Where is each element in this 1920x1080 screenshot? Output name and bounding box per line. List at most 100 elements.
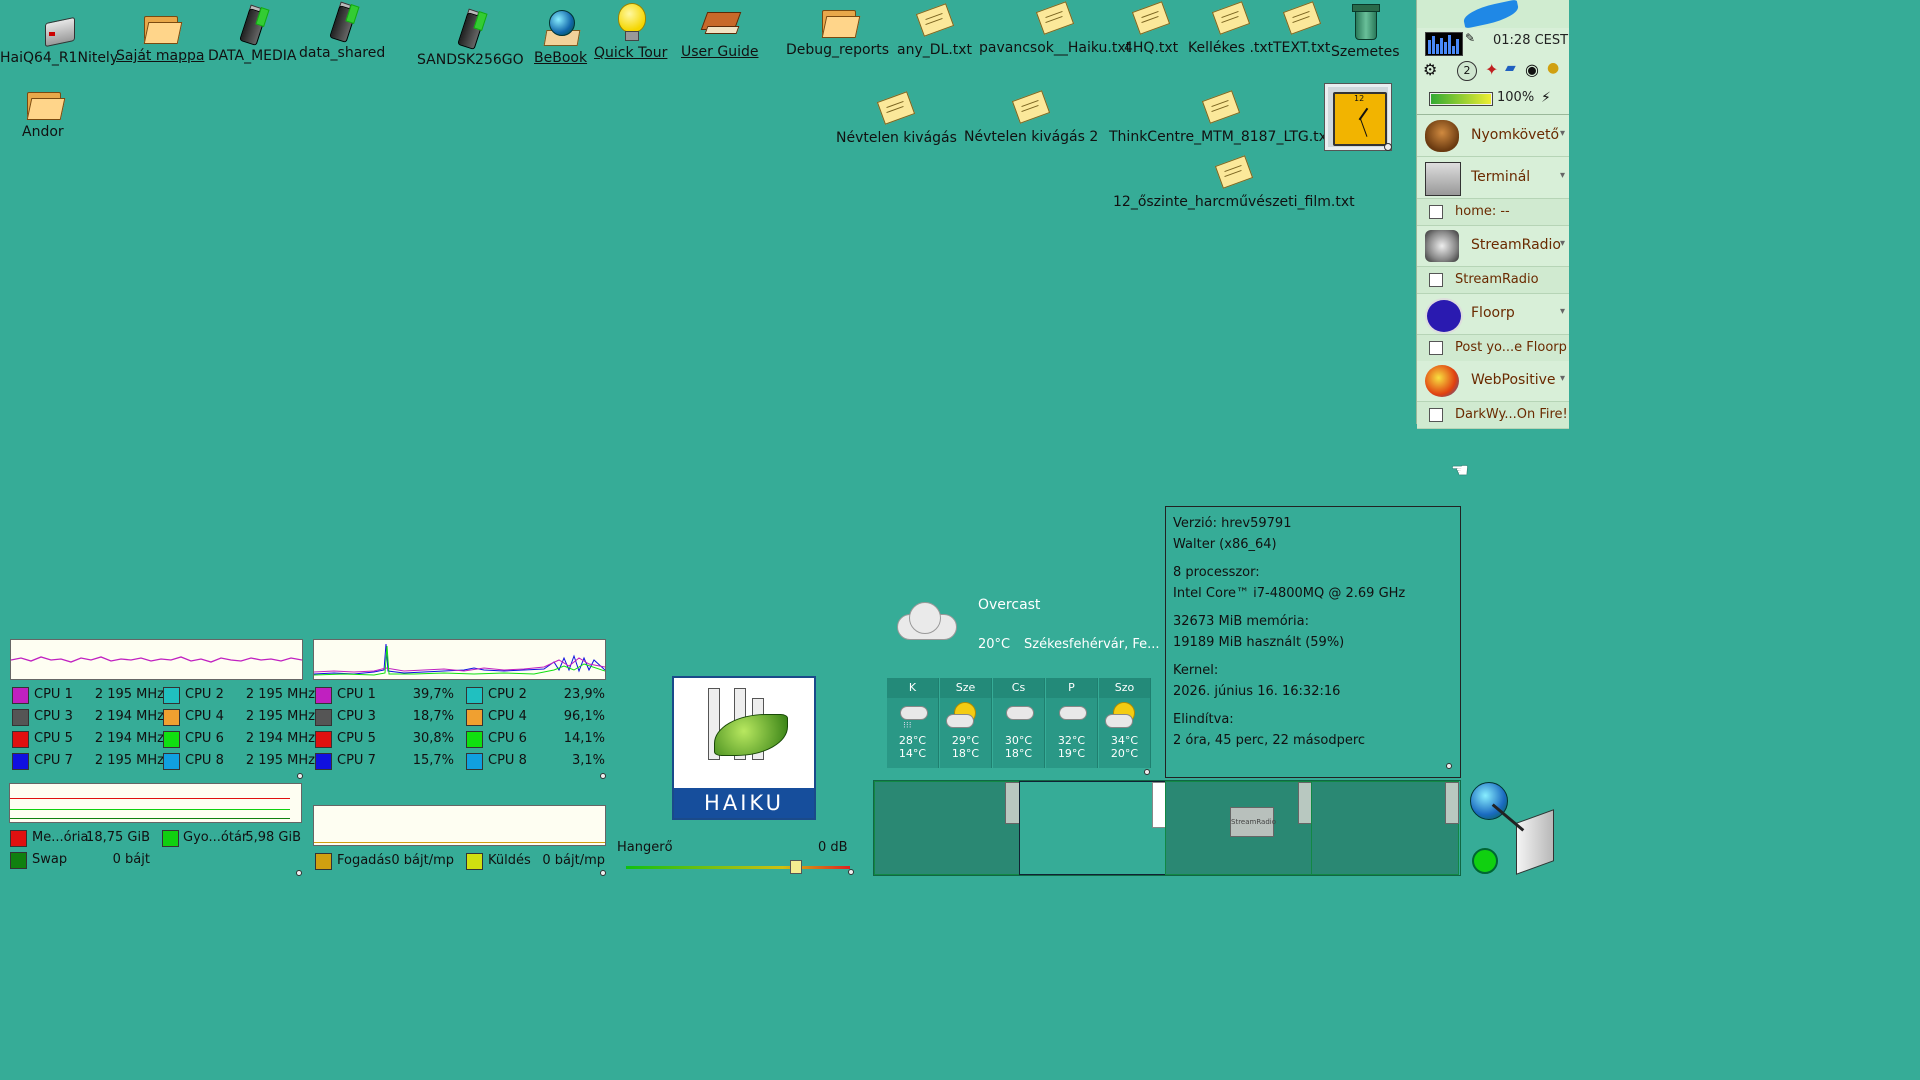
replicant-handle-icon[interactable] (600, 870, 606, 876)
desktop-icon-data-shared[interactable]: data_shared (299, 1, 385, 61)
replicant-handle-icon[interactable] (848, 869, 854, 875)
replicant-handle-icon[interactable] (296, 870, 302, 876)
cpu-label: CPU 6 (488, 731, 527, 746)
chevron-down-icon[interactable]: ▾ (1560, 170, 1565, 181)
workspace-1[interactable] (874, 781, 1021, 875)
desktop-icon-label: HaiQ64_R1Nitely (0, 50, 119, 66)
replicant-handle-icon[interactable] (1144, 769, 1150, 775)
desktop-icon-label: pavancsok__Haiku.txt (979, 40, 1132, 56)
cpu-value: 3,1% (571, 753, 605, 768)
volume-slider-thumb[interactable] (790, 860, 802, 874)
chevron-down-icon[interactable]: ▾ (1560, 238, 1565, 249)
leaf-icon (714, 714, 788, 756)
power-icon[interactable]: ⚡ (1541, 90, 1559, 108)
deskbar-app-floorp[interactable]: Floorp ▾ (1417, 294, 1569, 335)
chevron-down-icon[interactable]: ▾ (1560, 306, 1565, 317)
bulb-tray-icon[interactable]: ● (1547, 60, 1565, 78)
memory-value: 18,75 GiB (86, 830, 150, 845)
receive-value: 0 bájt/mp (391, 853, 454, 868)
deskbar-app-nyomkoveto[interactable]: Nyomkövető ▾ (1417, 116, 1569, 157)
desktop-icon-4hq[interactable]: 4HQ.txt (1124, 0, 1178, 56)
cpu-value: 2 195 MHz (94, 753, 164, 768)
forecast-low: 18°C (1004, 747, 1033, 760)
deskbar-app-terminal[interactable]: Terminál ▾ (1417, 158, 1569, 199)
trash-icon (1345, 2, 1385, 42)
deskbar-tray: ✎ 01:28 CEST ⚙ 2 ✦ ▰ ◉ ● 100% ⚡ (1417, 28, 1569, 115)
forecast-high: 34°C (1110, 734, 1139, 747)
network-icon[interactable]: ⚙ (1423, 60, 1441, 79)
workspace-indicator[interactable]: 2 (1457, 61, 1477, 81)
paint-icon[interactable]: ✦ (1485, 60, 1503, 79)
replicant-handle-icon[interactable] (600, 773, 606, 779)
desktop-icon-bebook[interactable]: BeBook (534, 8, 587, 66)
volume-value: 0 dB (818, 840, 848, 855)
workspace-4[interactable] (1311, 781, 1459, 875)
cpu-color-swatch (163, 709, 180, 726)
deskbar-clock[interactable]: 01:28 CEST (1493, 33, 1568, 48)
cpu-color-swatch (12, 753, 29, 770)
forecast-day: P 32°C 19°C (1046, 678, 1098, 768)
deskbar-window-floorp[interactable]: Post yo...e Floorp (1417, 335, 1569, 362)
clock-icon: 12 (1333, 92, 1387, 146)
desktop-icon-film[interactable]: 12_őszinte_harcművészeti_film.txt (1113, 152, 1355, 210)
cpu-label: CPU 7 (34, 753, 73, 768)
desktop-icon-andor[interactable]: Andor (22, 82, 66, 140)
forecast-high: 32°C (1057, 734, 1086, 747)
desktop-icon-nevtelen-1[interactable]: Névtelen kivágás (836, 88, 957, 146)
deskbar-window-terminal[interactable]: home: -- (1417, 199, 1569, 226)
weather-location[interactable]: Székesfehérvár, Fe... (1024, 637, 1160, 652)
desktop-icon-sajat-mappa[interactable]: Saját mappa (116, 6, 204, 64)
desktop-icon-haiq64[interactable]: HaiQ64_R1Nitely (0, 8, 118, 66)
deskbar-app-streamradio[interactable]: StreamRadio ▾ (1417, 226, 1569, 267)
desktop-icon-user-guide[interactable]: User Guide (681, 2, 758, 60)
battery-meter[interactable] (1429, 92, 1493, 106)
chevron-down-icon[interactable]: ▾ (1560, 128, 1565, 139)
replicant-handle-icon[interactable] (297, 773, 303, 779)
deskbar-app-webpositive[interactable]: WebPositive ▾ (1417, 361, 1569, 402)
text-file-icon (1211, 0, 1251, 38)
os-version: Verzió: hrev59791 (1173, 516, 1292, 531)
text-file-icon (1201, 87, 1241, 127)
desktop-icon-pavancsok[interactable]: pavancsok__Haiku.txt (979, 0, 1131, 56)
cpu-label: CPU 6 (185, 731, 224, 746)
keyboard-icon[interactable]: ▰ (1505, 60, 1523, 78)
workspace-2-active[interactable] (1019, 781, 1166, 875)
deskbar-menu-button[interactable] (1417, 0, 1569, 29)
haiku-logo: HAIKU (672, 676, 816, 820)
hand-cursor-icon: ☚ (1451, 458, 1469, 482)
desktop-icon-text[interactable]: TEXT.txt (1273, 0, 1330, 56)
usb-drive-icon (450, 8, 490, 50)
deskbar-window-streamradio[interactable]: StreamRadio (1417, 267, 1569, 294)
desktop-icon-thinkcentre[interactable]: ThinkCentre_MTM_8187_LTG.txt (1109, 87, 1332, 145)
desktop-icon-sandsk[interactable]: SANDSK256GO (417, 8, 524, 68)
clock-replicant[interactable]: 12 (1324, 83, 1392, 151)
send-label: Küldés (488, 853, 531, 868)
speaker-icon[interactable]: ◉ (1525, 60, 1543, 79)
desktop-icon-szemetes[interactable]: Szemetes (1331, 2, 1400, 60)
memory-used: 19189 MiB használt (59%) (1173, 635, 1345, 650)
chevron-down-icon[interactable]: ▾ (1560, 373, 1565, 384)
desktop-icon-label: ThinkCentre_MTM_8187_LTG.txt (1109, 129, 1333, 145)
volume-slider-track[interactable] (626, 866, 850, 869)
cpu-label: CPU 8 (185, 753, 224, 768)
workspace-3[interactable]: StreamRadio (1165, 781, 1312, 875)
send-color-swatch (466, 853, 483, 870)
desktop-icon-nevtelen-2[interactable]: Névtelen kivágás 2 (964, 87, 1098, 145)
cpu-color-swatch (12, 687, 29, 704)
deskbar-window-webpositive[interactable]: DarkWy...On Fire! (1417, 402, 1569, 429)
desktop-icon-kellekes[interactable]: Kellékes .txt (1188, 0, 1273, 56)
desktop-icon-label: 4HQ.txt (1124, 40, 1179, 56)
desktop-icon-quick-tour[interactable]: Quick Tour (594, 3, 667, 61)
desktop-icon-debug-reports[interactable]: Debug_reports (786, 0, 889, 58)
forecast-high: 29°C (951, 734, 980, 747)
desktop-icon-data-media[interactable]: DATA_MEDIA (208, 4, 296, 64)
desktop-icon-label: User Guide (681, 44, 759, 60)
desktop-icon-any-dl[interactable]: any_DL.txt (897, 0, 972, 58)
desktop-icon-label: Saját mappa (116, 48, 205, 64)
pin-icon[interactable]: ✎ (1465, 31, 1483, 49)
cpu-label: CPU 5 (337, 731, 376, 746)
replicant-handle-icon[interactable] (1446, 763, 1452, 769)
process-monitor-icon[interactable] (1425, 32, 1463, 56)
replicant-handle-icon[interactable] (1384, 143, 1392, 151)
uptime-value: 2 óra, 45 perc, 22 másodperc (1173, 733, 1366, 748)
